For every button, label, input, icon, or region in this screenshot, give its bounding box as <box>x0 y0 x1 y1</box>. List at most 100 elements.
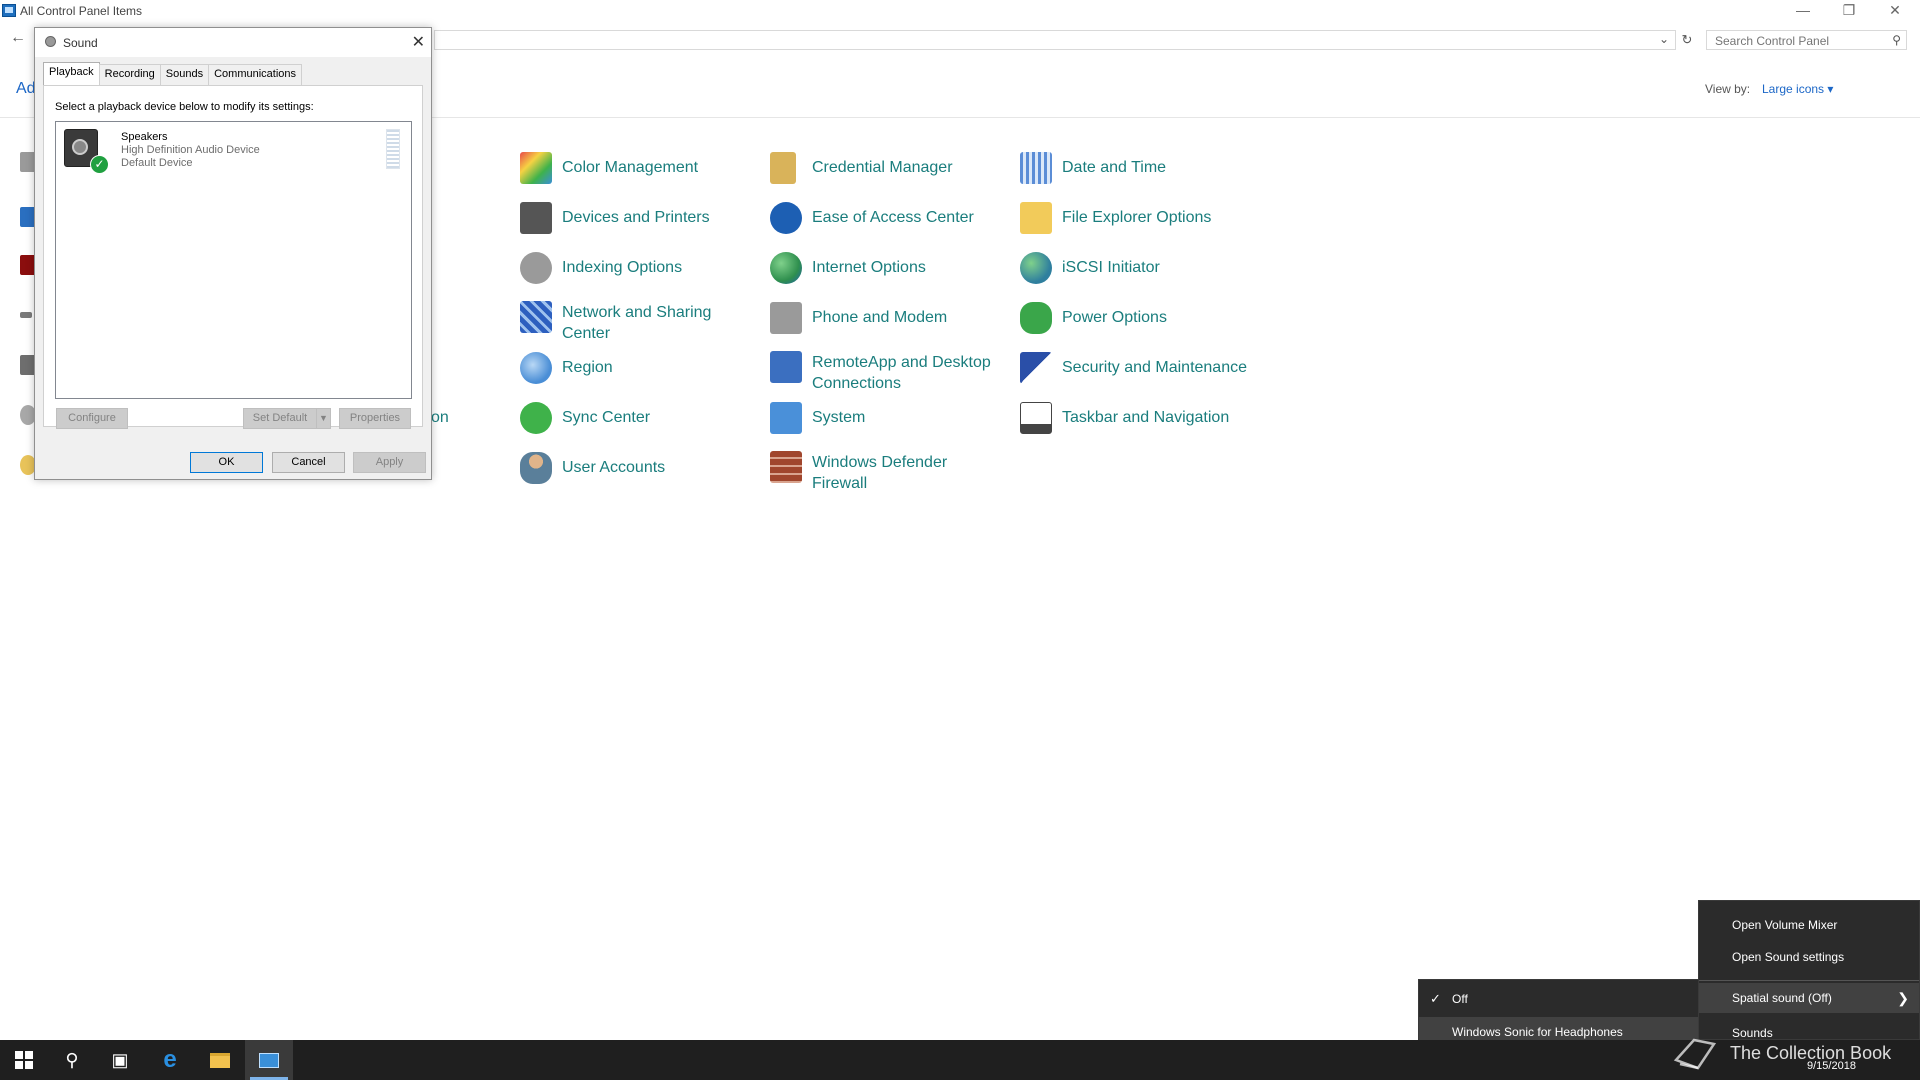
user-accounts-icon <box>520 452 552 484</box>
cancel-button[interactable]: Cancel <box>272 452 345 473</box>
power-options-icon <box>1020 302 1052 334</box>
tab-sounds[interactable]: Sounds <box>159 64 210 86</box>
region-icon <box>520 352 552 384</box>
cp-item-ease-of-access[interactable]: Ease of Access Center <box>770 202 974 234</box>
cp-item-remoteapp[interactable]: RemoteApp and Desktop Connections <box>770 347 1002 394</box>
start-button[interactable] <box>0 1040 48 1080</box>
cp-item-label: Credential Manager <box>812 159 953 176</box>
menu-item-spatial-sound[interactable]: Spatial sound (Off) ❯ <box>1699 983 1919 1013</box>
cp-item-label: Indexing Options <box>562 259 683 276</box>
device-description: High Definition Audio Device <box>121 144 260 156</box>
tab-recording[interactable]: Recording <box>98 64 161 86</box>
color-management-icon <box>520 152 552 184</box>
cp-item-internet-options[interactable]: Internet Options <box>770 252 926 284</box>
cp-item-color-management[interactable]: Color Management <box>520 152 698 184</box>
cp-item-label: File Explorer Options <box>1062 209 1212 226</box>
cp-item-file-explorer-options[interactable]: File Explorer Options <box>1020 202 1211 234</box>
cp-item-label: System <box>812 409 866 426</box>
cp-item-windows-firewall[interactable]: Windows Defender Firewall <box>770 447 972 494</box>
cp-item-iscsi-initiator[interactable]: iSCSI Initiator <box>1020 252 1160 284</box>
properties-button[interactable]: Properties <box>339 408 411 429</box>
cp-item-label: Taskbar and Navigation <box>1062 409 1230 426</box>
folder-icon <box>210 1053 230 1068</box>
cp-item-label: Windows Defender Firewall <box>812 454 948 492</box>
view-by-dropdown[interactable]: Large icons ▾ <box>1762 82 1833 96</box>
set-default-button[interactable]: Set Default <box>243 408 317 429</box>
partial-item-icon[interactable] <box>20 312 32 318</box>
menu-item-open-volume-mixer[interactable]: Open Volume Mixer <box>1699 910 1919 940</box>
cp-item-label: Internet Options <box>812 259 926 276</box>
cp-item-network-sharing[interactable]: Network and Sharing Center <box>520 297 722 344</box>
control-panel-taskbar-icon[interactable] <box>245 1040 293 1080</box>
submenu-item-off[interactable]: ✓ Off <box>1419 984 1699 1014</box>
cp-item-power-options[interactable]: Power Options <box>1020 302 1167 334</box>
device-status: Default Device <box>121 157 193 169</box>
dialog-title: Sound <box>63 36 98 50</box>
search-taskbar-icon[interactable]: ⚲ <box>48 1040 96 1080</box>
menu-item-sounds[interactable]: Sounds <box>1699 1023 1919 1041</box>
book-watermark-icon <box>1673 1038 1717 1070</box>
firewall-icon <box>770 451 802 483</box>
sound-dialog: Sound ✕ Playback Recording Sounds Commun… <box>34 27 432 480</box>
apply-button[interactable]: Apply <box>353 452 426 473</box>
cp-item-user-accounts[interactable]: User Accounts <box>520 452 665 484</box>
cp-item-sync-center[interactable]: Sync Center <box>520 402 650 434</box>
cp-item-phone-modem[interactable]: Phone and Modem <box>770 302 947 334</box>
restore-button[interactable]: ❐ <box>1826 0 1872 22</box>
cp-item-system[interactable]: System <box>770 402 865 434</box>
volume-level-meter <box>386 129 400 169</box>
instruction-text: Select a playback device below to modify… <box>55 101 314 113</box>
date-time-icon <box>1020 152 1052 184</box>
cp-item-taskbar-navigation[interactable]: Taskbar and Navigation <box>1020 402 1229 434</box>
cp-item-label: User Accounts <box>562 459 666 476</box>
partial-item-label[interactable]: on <box>431 409 449 427</box>
internet-explorer-icon[interactable]: e <box>146 1040 194 1080</box>
cp-item-label: Devices and Printers <box>562 209 710 226</box>
set-default-dropdown-icon[interactable]: ▼ <box>316 408 331 429</box>
cp-item-label: Region <box>562 359 613 376</box>
menu-item-open-sound-settings[interactable]: Open Sound settings <box>1699 942 1919 972</box>
configure-button[interactable]: Configure <box>56 408 128 429</box>
cp-item-security-maintenance[interactable]: Security and Maintenance <box>1020 352 1247 384</box>
taskbar: ⚲ ▣ e <box>0 1040 1920 1080</box>
chevron-down-icon[interactable]: ⌄ <box>1659 32 1669 46</box>
cp-item-credential-manager[interactable]: Credential Manager <box>770 152 953 184</box>
dialog-tabs: Playback Recording Sounds Communications <box>43 62 303 86</box>
file-explorer-icon[interactable] <box>196 1040 244 1080</box>
search-input[interactable] <box>1713 32 1887 50</box>
windows-logo-icon <box>15 1051 33 1069</box>
tab-communications[interactable]: Communications <box>208 64 303 86</box>
back-arrow-icon[interactable]: ← <box>10 29 26 47</box>
refresh-icon[interactable]: ↻ <box>1679 30 1695 50</box>
close-icon[interactable]: ✕ <box>412 32 425 52</box>
iscsi-icon <box>1020 252 1052 284</box>
search-icon[interactable]: ⚲ <box>1892 33 1901 47</box>
cp-item-label: Security and Maintenance <box>1062 359 1247 376</box>
folder-options-icon <box>1020 202 1052 234</box>
submenu-item-label: Windows Sonic for Headphones <box>1452 1025 1623 1039</box>
cp-item-date-time[interactable]: Date and Time <box>1020 152 1166 184</box>
playback-panel: Select a playback device below to modify… <box>43 85 423 429</box>
menu-separator <box>1699 980 1919 981</box>
system-icon <box>770 402 802 434</box>
security-flag-icon <box>1020 352 1052 384</box>
network-icon <box>520 301 552 333</box>
close-window-button[interactable]: ✕ <box>1872 0 1918 22</box>
phone-modem-icon <box>770 302 802 334</box>
device-list[interactable]: ✓ Speakers High Definition Audio Device … <box>55 121 412 399</box>
control-panel-icon <box>259 1053 279 1068</box>
ok-button[interactable]: OK <box>190 452 263 473</box>
address-bar[interactable]: ⌄ <box>434 30 1676 50</box>
task-view-icon[interactable]: ▣ <box>96 1040 144 1080</box>
cp-item-region[interactable]: Region <box>520 352 613 384</box>
minimize-button[interactable]: — <box>1780 0 1826 22</box>
watermark-text: The Collection Book <box>1730 1043 1892 1063</box>
cp-item-devices-printers[interactable]: Devices and Printers <box>520 202 710 234</box>
search-box[interactable]: ⚲ <box>1706 30 1907 50</box>
cp-item-label: Network and Sharing Center <box>562 304 712 342</box>
cp-item-label: Phone and Modem <box>812 309 948 326</box>
taskbar-icon <box>1020 402 1052 434</box>
cp-item-label: RemoteApp and Desktop Connections <box>812 354 991 392</box>
cp-item-indexing-options[interactable]: Indexing Options <box>520 252 682 284</box>
tab-playback[interactable]: Playback <box>43 62 100 86</box>
